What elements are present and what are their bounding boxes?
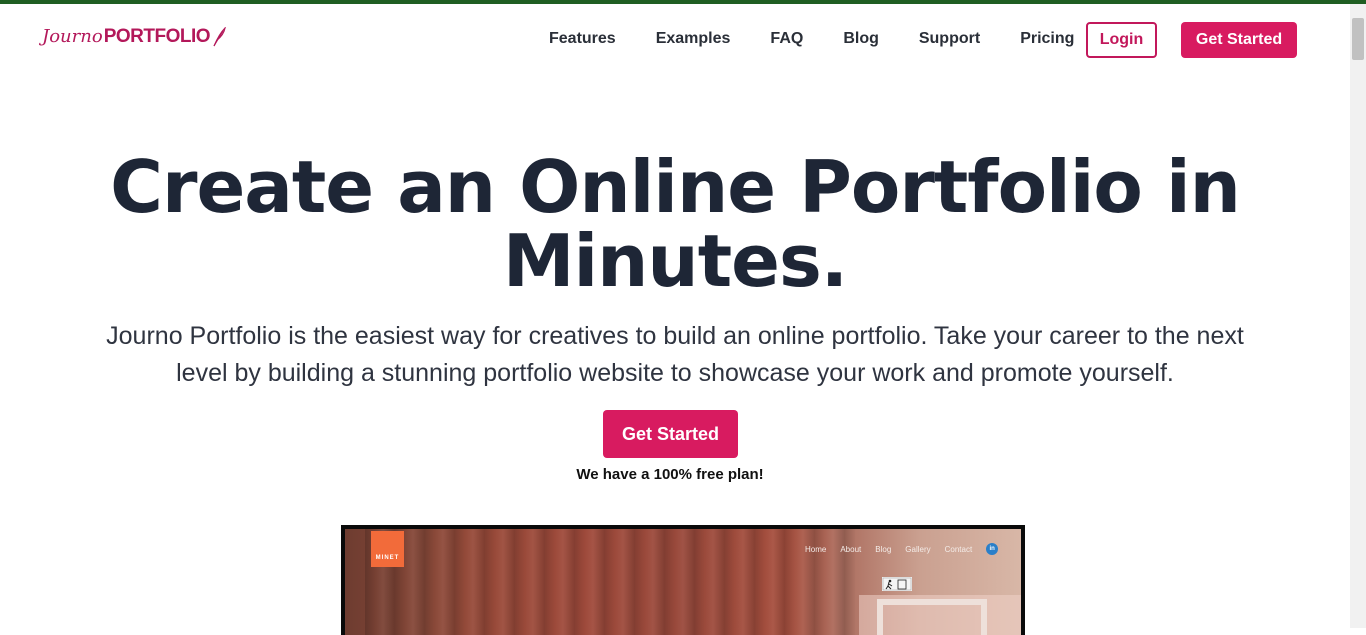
scrollbar-thumb[interactable]	[1352, 18, 1364, 60]
preview-nav-blog: Blog	[875, 544, 892, 554]
free-plan-note: We have a 100% free plan!	[576, 466, 764, 483]
nav-support[interactable]: Support	[919, 24, 980, 54]
hero-subtitle: Journo Portfolio is the easiest way for …	[70, 318, 1280, 392]
exit-sign-icon	[882, 577, 912, 591]
hero-title-line2: Minutes.	[502, 219, 848, 303]
header-get-started-button[interactable]: Get Started	[1181, 22, 1297, 58]
preview-doorframe	[877, 599, 987, 635]
nav-examples[interactable]: Examples	[656, 24, 731, 54]
main-nav: Features Examples FAQ Blog Support Prici…	[529, 24, 1074, 54]
hero-subtitle-line1: Journo Portfolio is the easiest way for …	[106, 322, 1244, 350]
page-scrollbar[interactable]	[1350, 4, 1366, 628]
preview-curtain-background	[365, 529, 855, 635]
preview-nav-about: About	[840, 544, 862, 554]
login-button[interactable]: Login	[1086, 22, 1157, 58]
preview-nav-contact: Contact	[944, 544, 973, 554]
site-header: Journo PORTFOLIO Features Examples FAQ B…	[0, 4, 1350, 74]
hero-get-started-button[interactable]: Get Started	[603, 410, 738, 458]
nav-faq[interactable]: FAQ	[770, 24, 803, 54]
portfolio-preview-image: MINET Home About Blog Gallery Contact in	[341, 525, 1025, 635]
hero-title-line1: Create an Online Portfolio in	[110, 145, 1241, 229]
site-logo[interactable]: Journo PORTFOLIO	[42, 26, 226, 48]
nav-features[interactable]: Features	[549, 24, 616, 54]
preview-nav-gallery: Gallery	[905, 544, 931, 554]
linkedin-icon: in	[986, 543, 999, 555]
logo-portfolio-text: PORTFOLIO	[103, 26, 211, 47]
nav-blog[interactable]: Blog	[843, 24, 879, 54]
preview-site-logo: MINET	[371, 531, 404, 567]
preview-nav-home: Home	[805, 544, 827, 554]
hero-title: Create an Online Portfolio in Minutes.	[60, 150, 1290, 298]
logo-journo-text: Journo	[42, 26, 103, 47]
nav-pricing[interactable]: Pricing	[1020, 24, 1074, 54]
feather-icon	[213, 27, 226, 47]
hero-subtitle-line2: level by building a stunning portfolio w…	[176, 359, 1174, 387]
preview-nav: Home About Blog Gallery Contact in	[805, 543, 999, 555]
